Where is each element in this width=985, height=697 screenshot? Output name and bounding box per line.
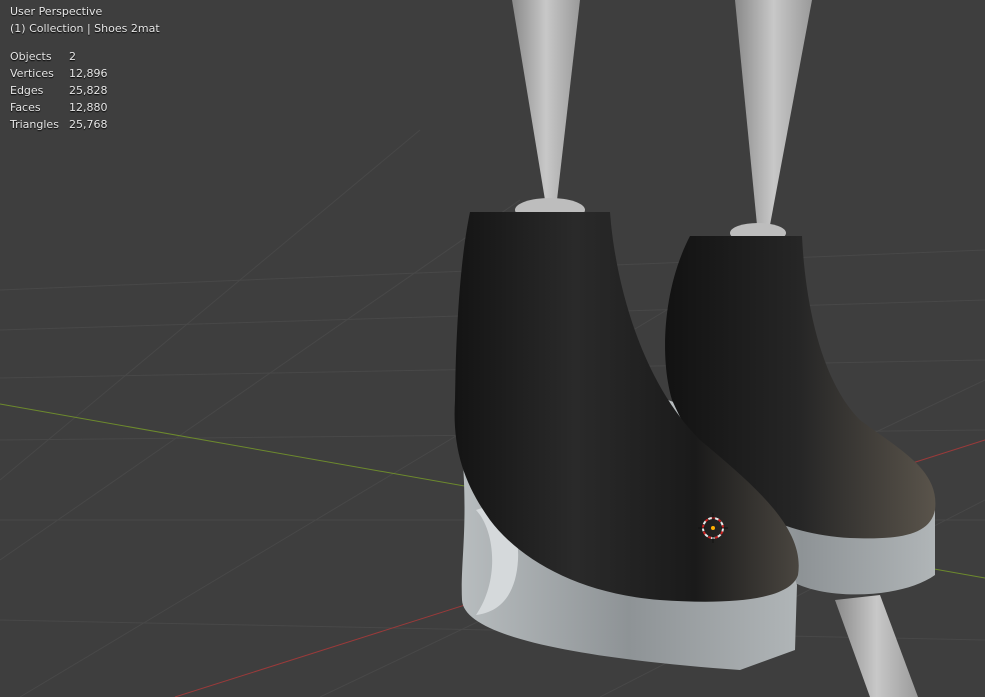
stat-row-faces: Faces 12,880 [10, 99, 160, 116]
scene-statistics: Objects 2 Vertices 12,896 Edges 25,828 F… [10, 48, 160, 133]
stat-value: 25,828 [69, 84, 108, 97]
viewport-info-overlay: User Perspective (1) Collection | Shoes … [10, 3, 160, 133]
stat-label: Triangles [10, 118, 59, 131]
stat-value: 12,896 [69, 67, 108, 80]
stat-row-edges: Edges 25,828 [10, 82, 160, 99]
bottom-leg-bone [835, 595, 918, 697]
stat-row-triangles: Triangles 25,768 [10, 116, 160, 133]
stat-value: 25,768 [69, 118, 108, 131]
stat-value: 2 [69, 50, 76, 63]
stat-label: Objects [10, 50, 52, 63]
stat-label: Edges [10, 84, 44, 97]
stat-label: Faces [10, 101, 41, 114]
stat-row-objects: Objects 2 [10, 48, 160, 65]
3d-viewport[interactable]: User Perspective (1) Collection | Shoes … [0, 0, 985, 697]
right-leg-bone [735, 0, 812, 225]
stat-label: Vertices [10, 67, 54, 80]
view-name: User Perspective [10, 5, 103, 18]
stat-row-vertices: Vertices 12,896 [10, 65, 160, 82]
left-leg-bone [512, 0, 580, 200]
collection-context: (1) Collection | Shoes 2mat [10, 22, 160, 35]
stat-value: 12,880 [69, 101, 108, 114]
